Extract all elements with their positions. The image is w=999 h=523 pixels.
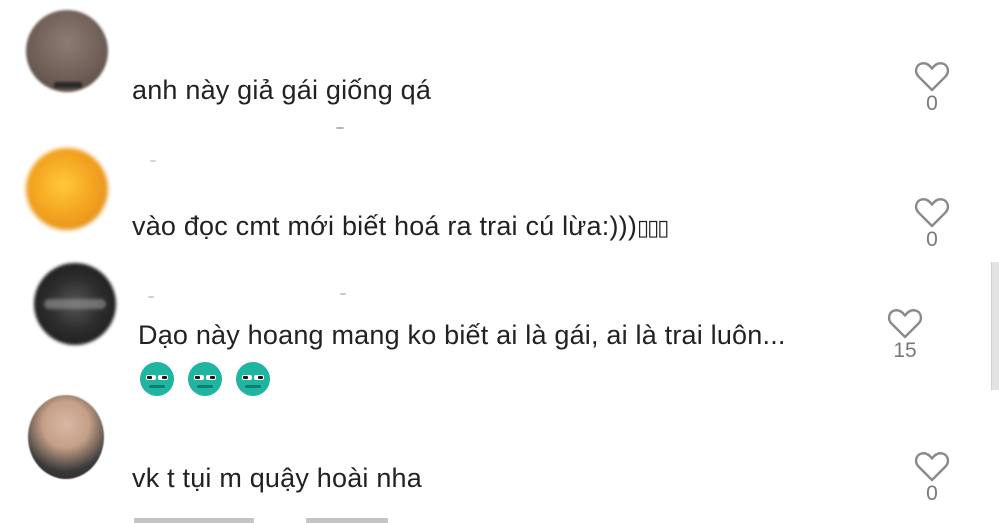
smirk-emoji <box>188 362 222 396</box>
smirk-emoji <box>236 362 270 396</box>
comment-text: Dạo này hoang mang ko biết ai là gái, ai… <box>138 320 786 350</box>
heart-outline-icon <box>914 198 950 228</box>
like-button[interactable]: 0 <box>908 450 956 506</box>
avatar[interactable] <box>26 148 108 230</box>
smirk-emoji <box>140 362 174 396</box>
like-button[interactable]: 15 <box>881 307 929 363</box>
unrendered-emoji: ▯▯▯ <box>637 216 669 241</box>
like-button[interactable]: 0 <box>908 196 956 252</box>
comment-meta <box>134 518 254 523</box>
like-count: 0 <box>926 228 938 251</box>
comment-text: anh này giả gái giống qá <box>132 75 432 105</box>
like-button[interactable]: 0 <box>908 60 956 116</box>
comment-list: anh này giả gái giống qá 0 vào đọc cmt m… <box>0 0 999 523</box>
avatar[interactable] <box>26 10 108 92</box>
avatar[interactable] <box>28 395 104 479</box>
comment-meta <box>306 518 388 523</box>
heart-outline-icon <box>914 62 950 92</box>
like-count: 15 <box>893 339 917 362</box>
comment-text: vào đọc cmt mới biết hoá ra trai cú lừa:… <box>132 211 669 241</box>
avatar[interactable] <box>34 263 116 345</box>
comment-meta <box>340 293 346 295</box>
comment-meta <box>336 127 344 129</box>
like-count: 0 <box>926 92 938 115</box>
comment-text: vk t tụi m quậy hoài nha <box>132 463 422 493</box>
scrollbar[interactable] <box>991 262 999 390</box>
like-count: 0 <box>926 482 938 505</box>
heart-outline-icon <box>914 452 950 482</box>
heart-outline-icon <box>887 309 923 339</box>
comment-meta <box>150 160 156 162</box>
comment-meta <box>148 296 154 298</box>
